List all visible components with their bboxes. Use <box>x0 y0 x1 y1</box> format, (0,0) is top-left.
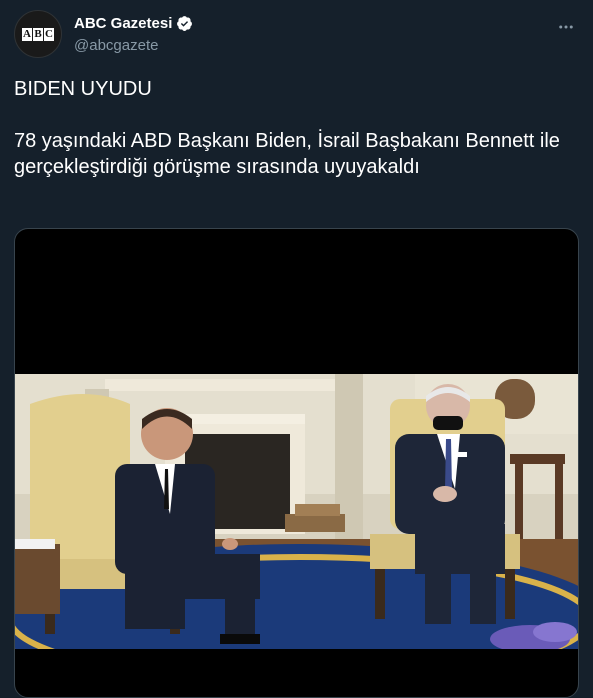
more-options-icon <box>559 25 573 29</box>
video-player[interactable] <box>14 228 579 698</box>
logo-letter-b: B <box>33 27 43 41</box>
name-row: ABC Gazetesi <box>74 15 193 32</box>
avatar[interactable]: A B C <box>14 10 62 58</box>
logo-letter-c: C <box>44 27 54 41</box>
logo-letter-a: A <box>22 27 32 41</box>
user-handle[interactable]: @abcgazete <box>74 37 158 54</box>
tweet-header: A B C ABC Gazetesi @abcgazete <box>14 10 579 60</box>
display-name[interactable]: ABC Gazetesi <box>74 15 172 32</box>
video-frame <box>15 374 578 649</box>
more-options-button[interactable] <box>553 14 579 40</box>
abc-logo: A B C <box>22 27 54 41</box>
verified-badge-icon <box>177 16 193 31</box>
tweet-body: 78 yaşındaki ABD Başkanı Biden, İsrail B… <box>14 130 560 178</box>
tweet-headline: BIDEN UYUDU <box>14 78 152 100</box>
tweet-text: BIDEN UYUDU 78 yaşındaki ABD Başkanı Bid… <box>14 76 574 180</box>
